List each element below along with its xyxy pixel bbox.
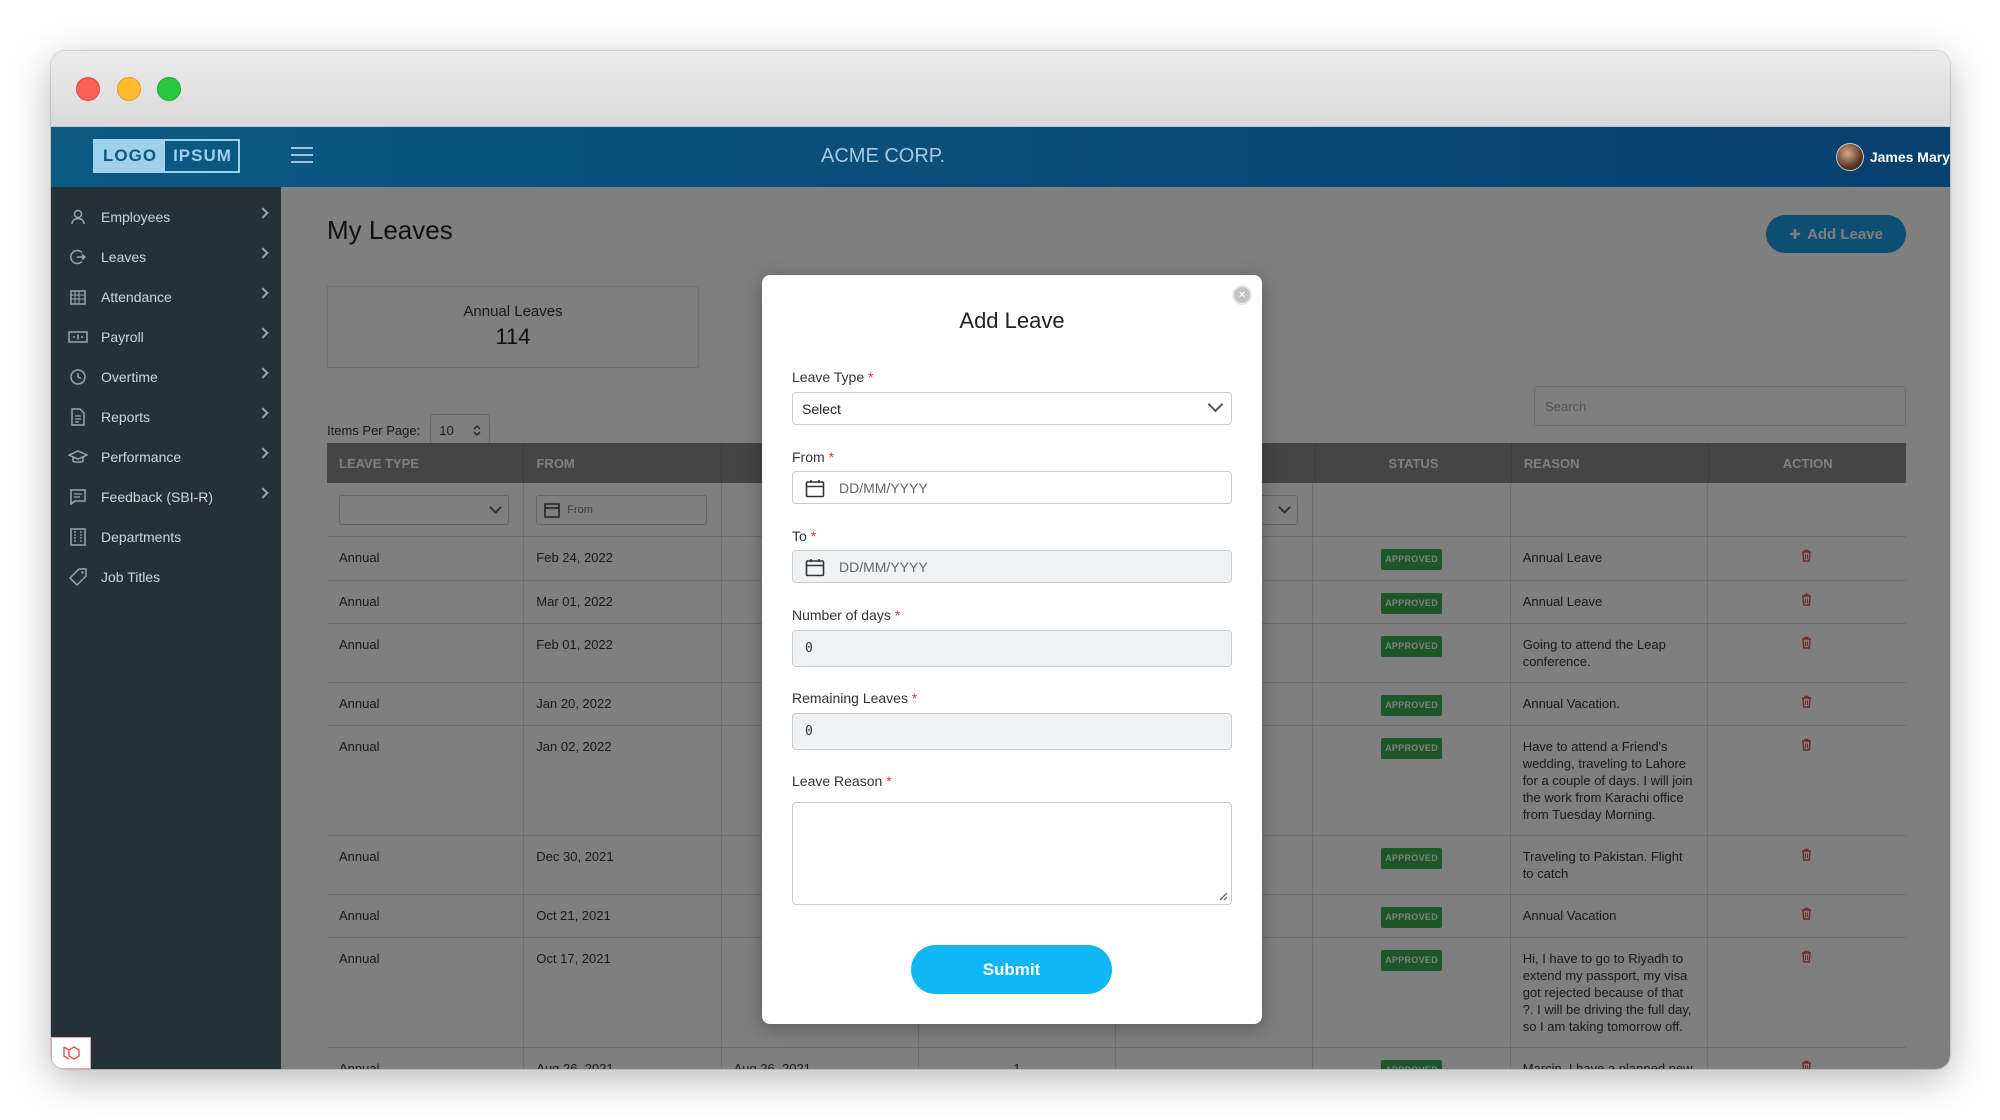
required-mark: * [911, 690, 918, 706]
chevron-right-icon [257, 407, 269, 419]
company-name: ACME CORP. [821, 145, 946, 167]
sidebar-item-label: Payroll [101, 329, 144, 345]
sidebar-item-label: Job Titles [101, 569, 161, 585]
sidebar-item-departments[interactable]: Departments [51, 517, 281, 557]
sidebar-item-payroll[interactable]: Payroll [51, 317, 281, 357]
tag-icon [67, 566, 89, 588]
submit-button[interactable]: Submit [911, 945, 1112, 994]
required-mark: * [828, 449, 835, 465]
chevron-down-icon [1207, 396, 1224, 413]
sidebar-item-performance[interactable]: Performance [51, 437, 281, 477]
clock-icon [67, 366, 89, 388]
leave-type-select[interactable]: Select [792, 392, 1232, 425]
add-leave-modal: × Add Leave Leave Type * Select From * D… [762, 275, 1262, 1024]
label-text: Number of days [792, 607, 891, 623]
sidebar-item-label: Reports [101, 409, 151, 425]
building-icon [67, 526, 89, 548]
calendar-icon [805, 559, 825, 577]
from-label: From * [792, 449, 834, 465]
app: LOGO IPSUM ACME CORP. James Mary Employe… [51, 127, 1950, 1069]
resize-handle-icon[interactable] [1218, 891, 1228, 901]
feedback-icon [67, 486, 89, 508]
sidebar-item-job-titles[interactable]: Job Titles [51, 557, 281, 597]
logo-part2: IPSUM [173, 146, 232, 165]
days-label: Number of days * [792, 607, 900, 623]
close-icon: × [1238, 289, 1246, 301]
graduation-cap-icon [67, 446, 89, 468]
modal-title: Add Leave [959, 308, 1065, 333]
sidebar: Employees Leaves Attendance Payroll Over [51, 187, 281, 1069]
logo-part1: LOGO [95, 141, 166, 171]
required-mark: * [810, 528, 817, 544]
sidebar-item-label: Attendance [101, 289, 172, 305]
chevron-right-icon [257, 367, 269, 379]
calendar-icon [805, 480, 825, 498]
user-menu[interactable]: James Mary [1835, 143, 1950, 171]
sidebar-item-label: Performance [101, 449, 182, 465]
minimize-window-button[interactable] [117, 77, 141, 101]
maximize-window-button[interactable] [157, 77, 181, 101]
close-window-button[interactable] [76, 77, 100, 101]
chevron-right-icon [257, 287, 269, 299]
chevron-right-icon [257, 487, 269, 499]
label-text: Leave Type [792, 369, 865, 385]
hamburger-menu-icon[interactable] [291, 147, 313, 165]
from-date-input[interactable]: DD/MM/YYYY [792, 471, 1232, 504]
sidebar-item-overtime[interactable]: Overtime [51, 357, 281, 397]
close-modal-button[interactable]: × [1232, 285, 1252, 305]
remaining-leaves-label: Remaining Leaves * [792, 690, 917, 706]
cash-icon [67, 326, 89, 348]
to-date-placeholder: DD/MM/YYYY [839, 558, 928, 575]
to-label: To * [792, 528, 816, 544]
from-date-placeholder: DD/MM/YYYY [839, 479, 928, 496]
label-text: Remaining Leaves [792, 690, 908, 706]
number-of-days-value: 0 [805, 641, 813, 656]
sidebar-item-feedback[interactable]: Feedback (SBI-R) [51, 477, 281, 517]
browser-window: LOGO IPSUM ACME CORP. James Mary Employe… [51, 51, 1950, 1069]
required-mark: * [868, 369, 874, 385]
remaining-leaves-field[interactable]: 0 [792, 713, 1232, 750]
sidebar-item-label: Overtime [101, 369, 158, 385]
label-text: From [792, 449, 825, 465]
sidebar-item-label: Departments [101, 529, 182, 545]
chevron-right-icon [257, 327, 269, 339]
logout-circle-icon [67, 246, 89, 268]
sidebar-item-label: Employees [101, 209, 171, 225]
user-icon [67, 206, 89, 228]
laravel-icon[interactable] [51, 1037, 91, 1069]
required-mark: * [894, 607, 901, 623]
window-titlebar [51, 51, 1950, 127]
chevron-right-icon [257, 447, 269, 459]
sidebar-item-employees[interactable]: Employees [51, 197, 281, 237]
remaining-leaves-value: 0 [805, 724, 813, 739]
leave-reason-textarea[interactable] [792, 802, 1232, 905]
leave-reason-label: Leave Reason * [792, 773, 892, 789]
label-text: To [792, 528, 807, 544]
sidebar-item-leaves[interactable]: Leaves [51, 237, 281, 277]
number-of-days-field[interactable]: 0 [792, 630, 1232, 667]
logo[interactable]: LOGO IPSUM [93, 139, 240, 173]
sidebar-item-label: Feedback (SBI-R) [101, 489, 214, 505]
avatar [1835, 143, 1864, 171]
chevron-right-icon [257, 207, 269, 219]
top-header: LOGO IPSUM ACME CORP. James Mary [51, 127, 1950, 187]
label-text: Leave Reason [792, 773, 883, 789]
user-name: James Mary [1869, 149, 1950, 165]
sidebar-item-reports[interactable]: Reports [51, 397, 281, 437]
leave-type-value: Select [802, 400, 841, 417]
sidebar-item-label: Leaves [101, 249, 147, 265]
calendar-grid-icon [67, 286, 89, 308]
document-icon [67, 406, 89, 428]
sidebar-item-attendance[interactable]: Attendance [51, 277, 281, 317]
chevron-right-icon [257, 247, 269, 259]
to-date-input[interactable]: DD/MM/YYYY [792, 550, 1232, 583]
required-mark: * [886, 773, 892, 789]
leave-type-label: Leave Type * [792, 369, 873, 385]
